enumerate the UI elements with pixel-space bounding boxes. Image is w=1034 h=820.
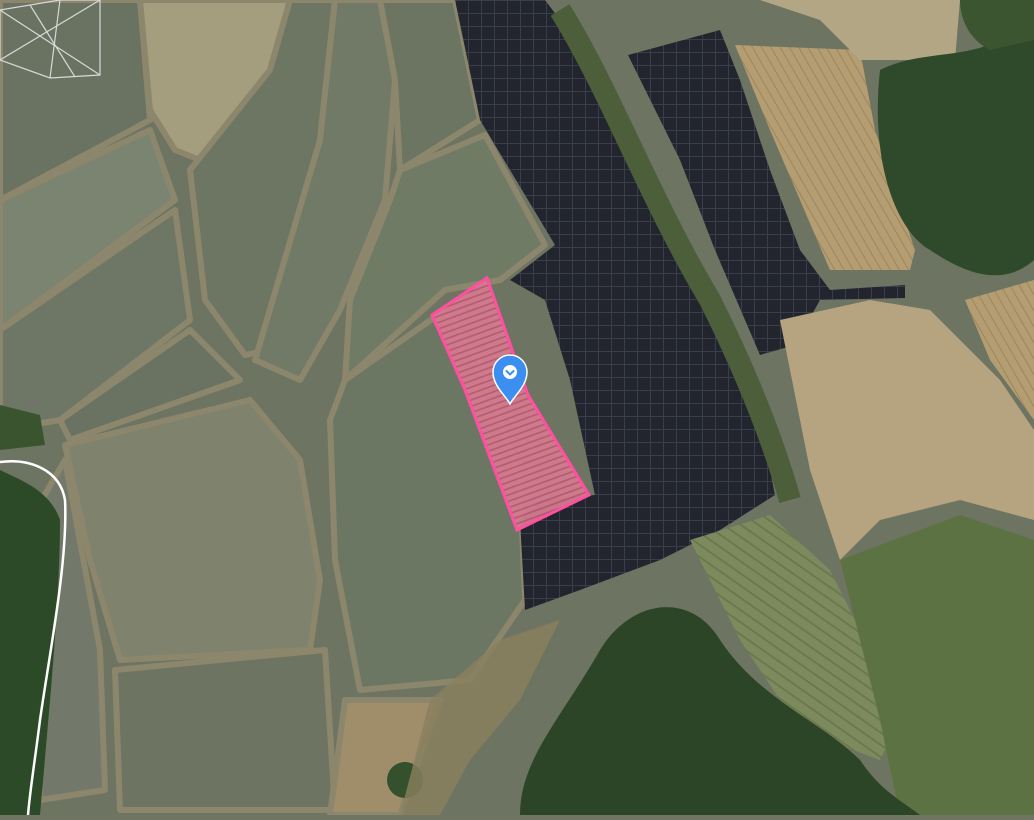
satellite-map[interactable] (0, 0, 1034, 818)
